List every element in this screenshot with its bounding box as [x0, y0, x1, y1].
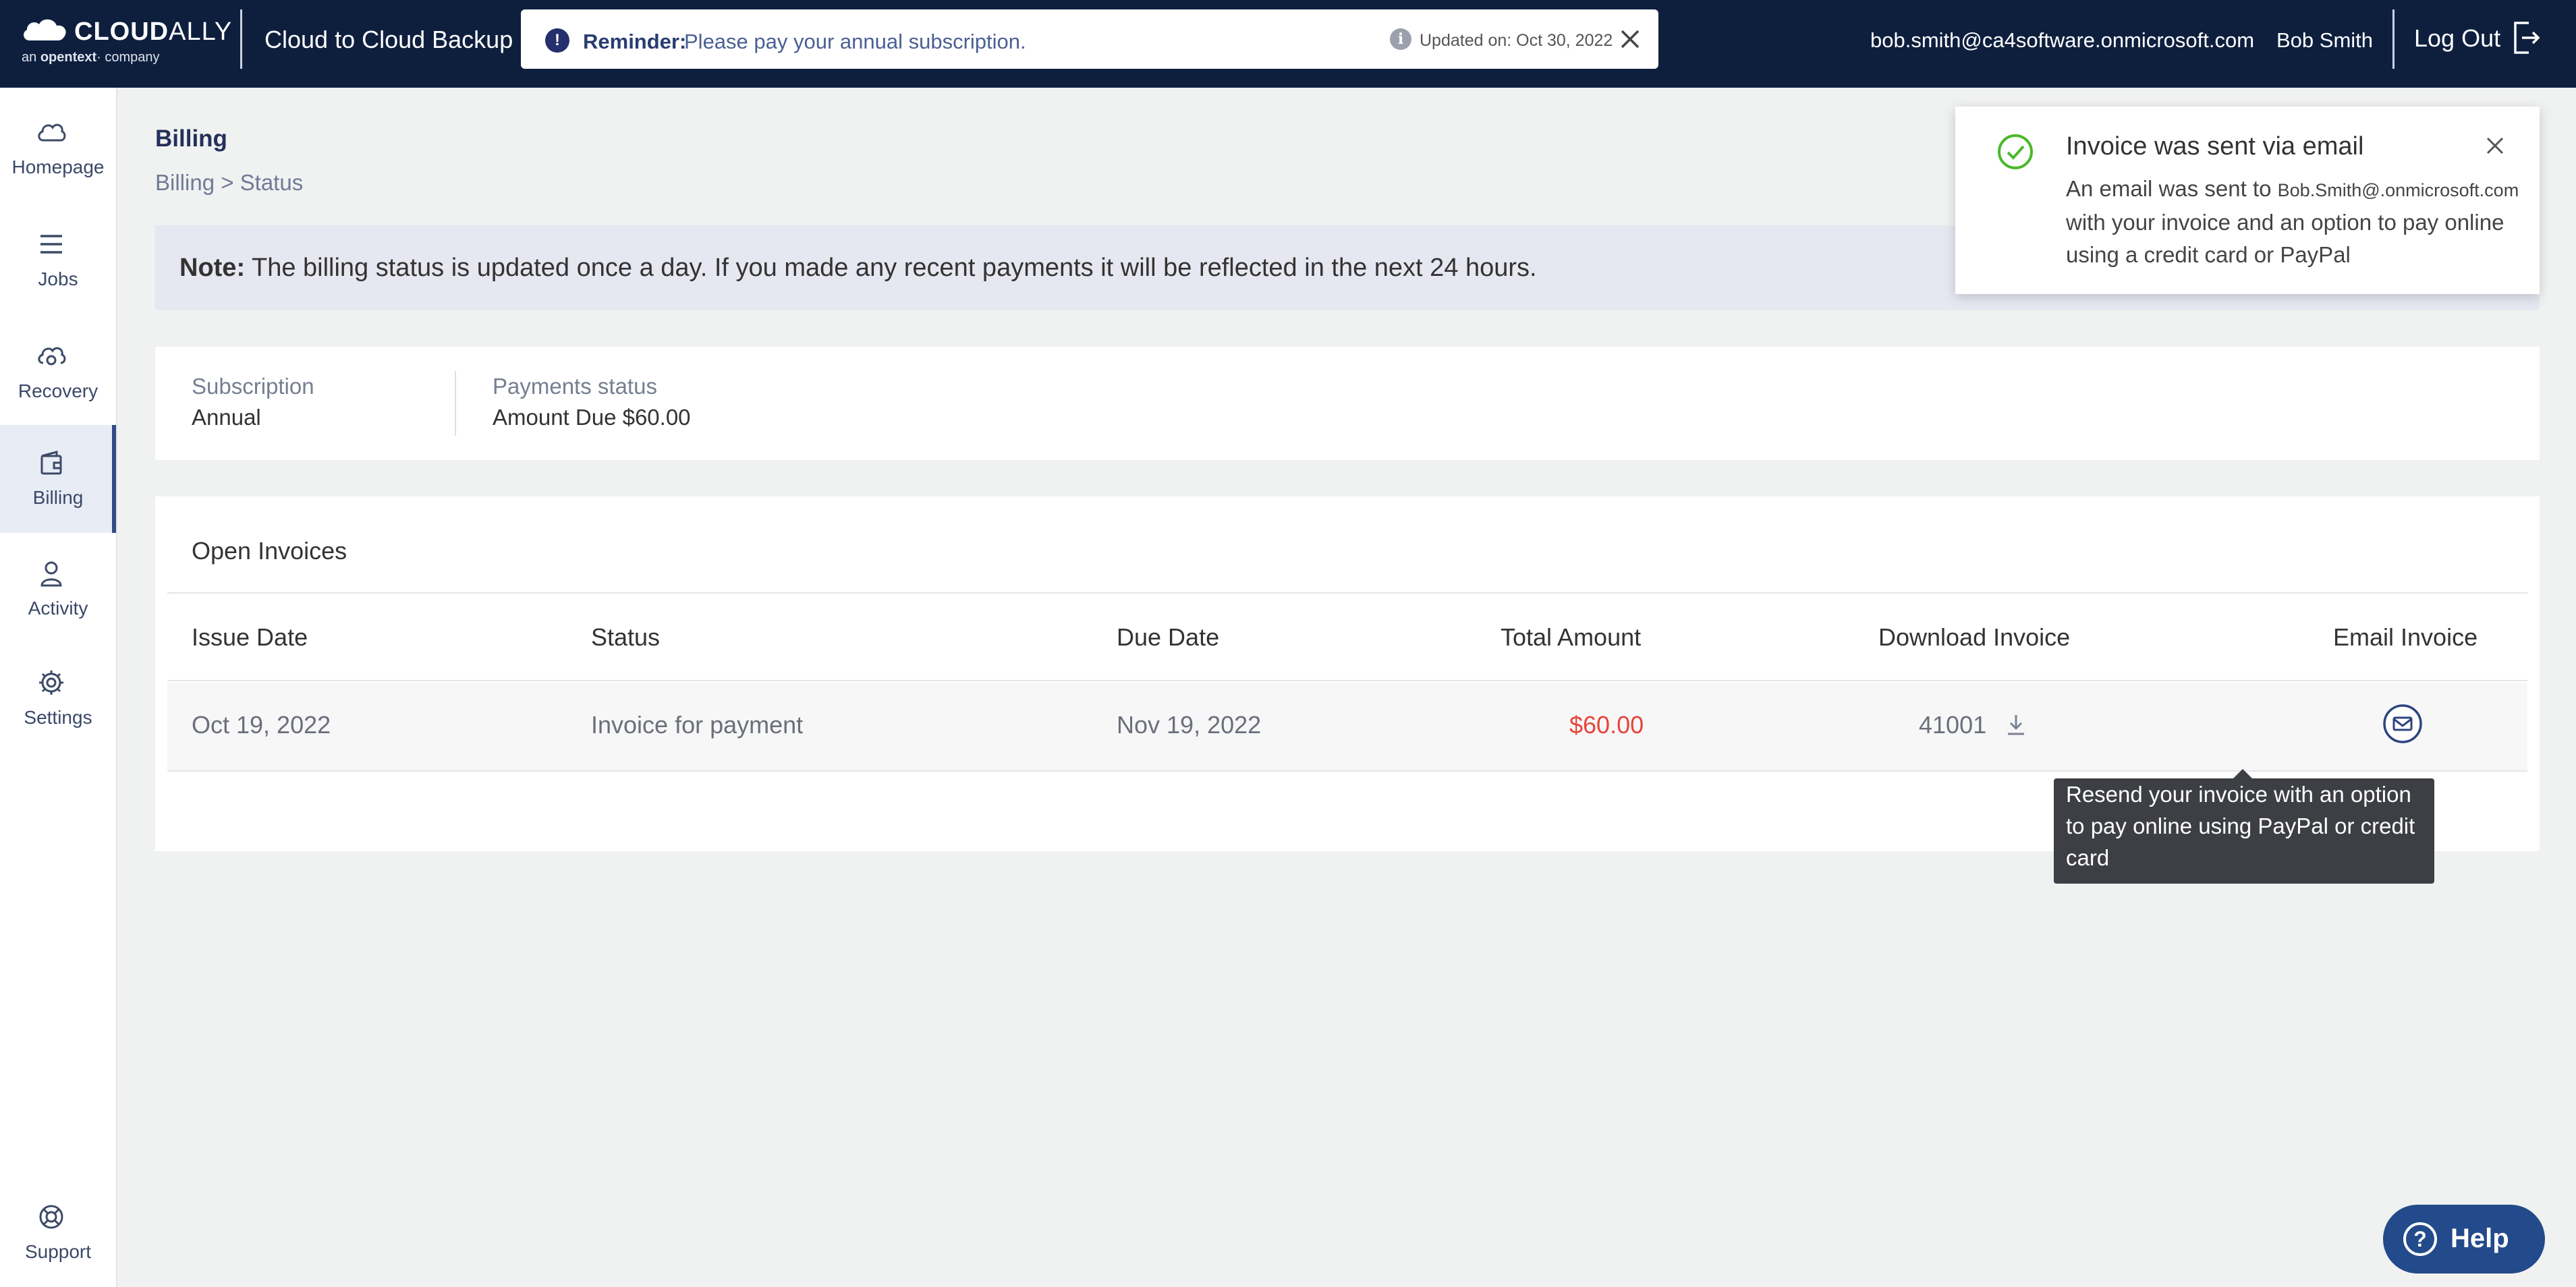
- column-header-issue-date[interactable]: Issue Date: [192, 623, 308, 652]
- toast-body: An email was sent to Bob.Smith@.onmicros…: [2066, 176, 2519, 267]
- sidebar-item-label: Homepage: [11, 156, 105, 177]
- column-header-email-invoice[interactable]: Email Invoice: [2333, 623, 2477, 652]
- header-divider: [2392, 9, 2395, 69]
- app-title: Cloud to Cloud Backup: [264, 26, 513, 53]
- info-icon: i: [1390, 28, 1411, 50]
- sidebar-item-label: Recovery: [18, 380, 99, 401]
- email-invoice-tooltip: Resend your invoice with an option to pa…: [2054, 769, 2434, 884]
- sidebar: Homepage Jobs Recovery Billing Activity …: [0, 88, 117, 1287]
- reminder-updated: Updated on: Oct 30, 2022: [1420, 31, 1613, 50]
- sidebar-item-recovery[interactable]: Recovery: [0, 318, 116, 426]
- logout-button[interactable]: Log Out: [2414, 24, 2500, 53]
- logout-icon[interactable]: [2511, 20, 2541, 55]
- list-icon: [40, 235, 62, 254]
- billing-summary: Subscription Annual Payments status Amou…: [155, 347, 2540, 460]
- reminder-message: Please pay your annual subscription.: [684, 30, 1026, 53]
- sidebar-item-billing[interactable]: Billing: [0, 425, 116, 533]
- page-title: Billing: [155, 125, 227, 152]
- issue-date-cell: Oct 19, 2022: [192, 711, 331, 739]
- close-icon[interactable]: [2484, 135, 2506, 156]
- sidebar-item-label: Billing: [32, 487, 84, 508]
- reminder-label: Reminder:: [583, 30, 687, 53]
- header-divider: [240, 9, 242, 69]
- sidebar-item-label: Activity: [28, 598, 88, 619]
- total-amount-cell: $60.00: [1569, 711, 1644, 739]
- subscription-label: Subscription: [192, 374, 314, 399]
- user-icon: [40, 561, 62, 587]
- sidebar-item-label: Support: [24, 1241, 92, 1262]
- note-text: Note: The billing status is updated once…: [179, 254, 1537, 282]
- download-icon[interactable]: [2004, 712, 2028, 737]
- column-header-download-invoice[interactable]: Download Invoice: [1878, 623, 2070, 652]
- help-label: Help: [2451, 1224, 2509, 1253]
- check-circle-icon: [1998, 134, 2033, 169]
- invoice-number-link[interactable]: 41001: [1919, 711, 1986, 739]
- lifebuoy-icon: [39, 1205, 63, 1229]
- cloudally-logo[interactable]: CLOUDALLY an opentext· company: [20, 15, 231, 73]
- toast-title: Invoice was sent via email: [2066, 132, 2364, 161]
- sidebar-item-label: Jobs: [38, 268, 78, 289]
- status-cell: Invoice for payment: [591, 711, 804, 739]
- column-header-total-amount[interactable]: Total Amount: [1501, 623, 1641, 652]
- cloud-icon: [38, 123, 66, 142]
- user-email: bob.smith@ca4software.onmicrosoft.com: [1870, 28, 2255, 52]
- subscription-value: Annual: [192, 405, 261, 430]
- table-divider: [167, 680, 2527, 681]
- table-divider: [167, 770, 2527, 772]
- logo-subtitle: an opentext· company: [22, 50, 160, 65]
- billing-page: CLOUDALLY an opentext· company Cloud to …: [0, 0, 2576, 1287]
- close-icon[interactable]: [1618, 27, 1642, 51]
- summary-divider: [455, 371, 456, 436]
- question-icon: ?: [2403, 1222, 2437, 1256]
- sidebar-item-label: Settings: [24, 707, 92, 728]
- gear-icon: [39, 670, 63, 695]
- sidebar-item-support[interactable]: Support: [0, 1179, 116, 1287]
- open-invoices-title: Open Invoices: [192, 537, 347, 565]
- wallet-icon: [40, 451, 62, 475]
- help-button[interactable]: ? Help: [2383, 1205, 2545, 1274]
- due-date-cell: Nov 19, 2022: [1117, 711, 1262, 739]
- toast-email: Bob.Smith@.onmicrosoft.com: [2277, 180, 2519, 200]
- cloud-recovery-icon: [38, 347, 66, 366]
- logo-brand: CLOUDALLY: [74, 18, 233, 46]
- sidebar-item-jobs[interactable]: Jobs: [0, 206, 116, 314]
- logo-cloud-icon: [24, 19, 66, 40]
- breadcrumb[interactable]: Billing > Status: [155, 170, 303, 196]
- table-divider: [167, 592, 2527, 594]
- reminder-banner: ! Reminder: Please pay your annual subsc…: [521, 9, 1658, 69]
- sidebar-item-settings[interactable]: Settings: [0, 645, 116, 753]
- table-row: [167, 683, 2527, 770]
- payments-status-label: Payments status: [493, 374, 657, 399]
- exclamation-icon: !: [545, 28, 569, 53]
- column-header-status[interactable]: Status: [591, 623, 660, 652]
- payments-status-value: Amount Due $60.00: [493, 405, 691, 430]
- email-invoice-button[interactable]: [2382, 703, 2424, 745]
- user-name: Bob Smith: [2276, 28, 2374, 52]
- top-bar: CLOUDALLY an opentext· company Cloud to …: [0, 0, 2576, 88]
- column-header-due-date[interactable]: Due Date: [1117, 623, 1219, 652]
- sidebar-item-homepage[interactable]: Homepage: [0, 94, 116, 202]
- sidebar-item-activity[interactable]: Activity: [0, 536, 116, 644]
- invoice-sent-toast: Invoice was sent via email An email was …: [1955, 107, 2540, 294]
